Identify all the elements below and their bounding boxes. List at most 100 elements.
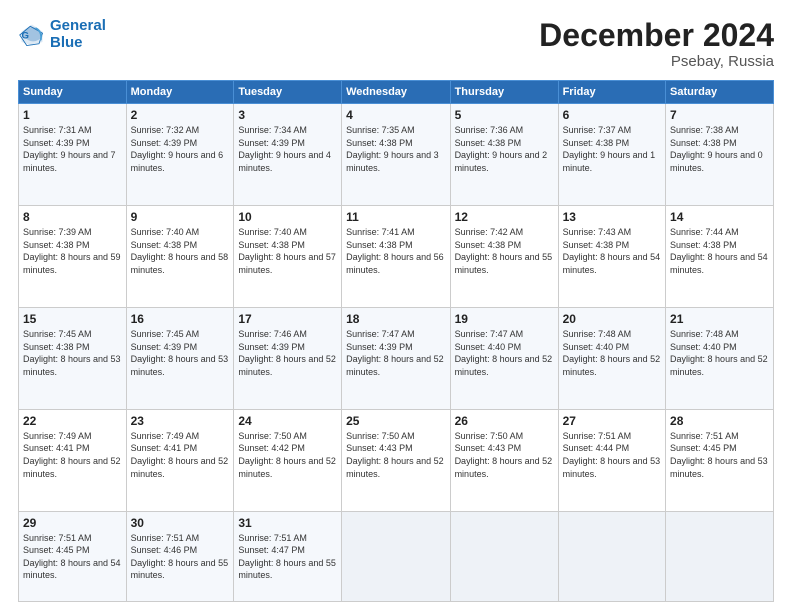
col-sunday: Sunday: [19, 81, 127, 104]
day-info: Sunrise: 7:44 AMSunset: 4:38 PMDaylight:…: [670, 226, 769, 276]
day-info: Sunrise: 7:40 AMSunset: 4:38 PMDaylight:…: [238, 226, 337, 276]
calendar-cell: 26 Sunrise: 7:50 AMSunset: 4:43 PMDayligh…: [450, 409, 558, 511]
header-row: Sunday Monday Tuesday Wednesday Thursday…: [19, 81, 774, 104]
day-number: 13: [563, 210, 661, 224]
day-number: 3: [238, 108, 337, 122]
calendar-cell: [342, 511, 450, 601]
day-info: Sunrise: 7:47 AMSunset: 4:39 PMDaylight:…: [346, 328, 445, 378]
day-number: 21: [670, 312, 769, 326]
calendar-cell: 9Sunrise: 7:40 AMSunset: 4:38 PMDaylight…: [126, 206, 234, 308]
day-info: Sunrise: 7:51 AMSunset: 4:45 PMDaylight:…: [670, 430, 769, 480]
calendar-cell: 15 Sunrise: 7:45 AMSunset: 4:38 PMDayligh…: [19, 307, 127, 409]
day-info: Sunrise: 7:41 AMSunset: 4:38 PMDaylight:…: [346, 226, 445, 276]
calendar-cell: 22 Sunrise: 7:49 AMSunset: 4:41 PMDayligh…: [19, 409, 127, 511]
svg-text:G: G: [22, 30, 29, 41]
day-info: Sunrise: 7:49 AMSunset: 4:41 PMDaylight:…: [131, 430, 230, 480]
calendar-cell: 1 Sunrise: 7:31 AMSunset: 4:39 PMDaylight…: [19, 104, 127, 206]
day-number: 22: [23, 414, 122, 428]
day-info: Sunrise: 7:36 AMSunset: 4:38 PMDaylight:…: [455, 124, 554, 174]
day-number: 5: [455, 108, 554, 122]
day-info: Sunrise: 7:31 AMSunset: 4:39 PMDaylight:…: [23, 124, 122, 174]
day-info: Sunrise: 7:51 AMSunset: 4:47 PMDaylight:…: [238, 532, 337, 582]
day-info: Sunrise: 7:50 AMSunset: 4:42 PMDaylight:…: [238, 430, 337, 480]
col-monday: Monday: [126, 81, 234, 104]
calendar-cell: 13Sunrise: 7:43 AMSunset: 4:38 PMDayligh…: [558, 206, 665, 308]
day-number: 15: [23, 312, 122, 326]
calendar-cell: 17Sunrise: 7:46 AMSunset: 4:39 PMDayligh…: [234, 307, 342, 409]
calendar-cell: 4 Sunrise: 7:35 AMSunset: 4:38 PMDaylight…: [342, 104, 450, 206]
calendar-cell: 11Sunrise: 7:41 AMSunset: 4:38 PMDayligh…: [342, 206, 450, 308]
day-info: Sunrise: 7:49 AMSunset: 4:41 PMDaylight:…: [23, 430, 122, 480]
day-info: Sunrise: 7:38 AMSunset: 4:38 PMDaylight:…: [670, 124, 769, 174]
day-number: 18: [346, 312, 445, 326]
calendar-cell: 25 Sunrise: 7:50 AMSunset: 4:43 PMDayligh…: [342, 409, 450, 511]
day-number: 14: [670, 210, 769, 224]
day-number: 19: [455, 312, 554, 326]
day-number: 30: [131, 516, 230, 530]
day-info: Sunrise: 7:40 AMSunset: 4:38 PMDaylight:…: [131, 226, 230, 276]
calendar-cell: 16 Sunrise: 7:45 AMSunset: 4:39 PMDayligh…: [126, 307, 234, 409]
day-info: Sunrise: 7:50 AMSunset: 4:43 PMDaylight:…: [346, 430, 445, 480]
day-info: Sunrise: 7:35 AMSunset: 4:38 PMDaylight:…: [346, 124, 445, 174]
header: G General Blue December 2024 Psebay, Rus…: [18, 18, 774, 70]
day-info: Sunrise: 7:45 AMSunset: 4:38 PMDaylight:…: [23, 328, 122, 378]
day-info: Sunrise: 7:51 AMSunset: 4:45 PMDaylight:…: [23, 532, 122, 582]
logo-general: General: [50, 17, 106, 34]
day-info: Sunrise: 7:45 AMSunset: 4:39 PMDaylight:…: [131, 328, 230, 378]
calendar-cell: 23 Sunrise: 7:49 AMSunset: 4:41 PMDayligh…: [126, 409, 234, 511]
day-info: Sunrise: 7:37 AMSunset: 4:38 PMDaylight:…: [563, 124, 661, 174]
day-info: Sunrise: 7:47 AMSunset: 4:40 PMDaylight:…: [455, 328, 554, 378]
day-info: Sunrise: 7:48 AMSunset: 4:40 PMDaylight:…: [670, 328, 769, 378]
day-number: 16: [131, 312, 230, 326]
main-title: December 2024: [539, 18, 774, 53]
calendar-cell: 21 Sunrise: 7:48 AMSunset: 4:40 PMDayligh…: [666, 307, 774, 409]
calendar-cell: [666, 511, 774, 601]
subtitle: Psebay, Russia: [539, 53, 774, 70]
calendar-cell: 30 Sunrise: 7:51 AMSunset: 4:46 PMDayligh…: [126, 511, 234, 601]
day-info: Sunrise: 7:39 AMSunset: 4:38 PMDaylight:…: [23, 226, 122, 276]
day-info: Sunrise: 7:51 AMSunset: 4:44 PMDaylight:…: [563, 430, 661, 480]
logo-blue: Blue: [50, 34, 83, 51]
day-number: 4: [346, 108, 445, 122]
day-info: Sunrise: 7:48 AMSunset: 4:40 PMDaylight:…: [563, 328, 661, 378]
page: G General Blue December 2024 Psebay, Rus…: [0, 0, 792, 612]
day-number: 6: [563, 108, 661, 122]
day-number: 27: [563, 414, 661, 428]
day-number: 29: [23, 516, 122, 530]
day-info: Sunrise: 7:32 AMSunset: 4:39 PMDaylight:…: [131, 124, 230, 174]
day-number: 1: [23, 108, 122, 122]
col-thursday: Thursday: [450, 81, 558, 104]
calendar-cell: [558, 511, 665, 601]
calendar-cell: 7 Sunrise: 7:38 AMSunset: 4:38 PMDaylight…: [666, 104, 774, 206]
day-number: 23: [131, 414, 230, 428]
day-info: Sunrise: 7:51 AMSunset: 4:46 PMDaylight:…: [131, 532, 230, 582]
day-number: 12: [455, 210, 554, 224]
day-info: Sunrise: 7:34 AMSunset: 4:39 PMDaylight:…: [238, 124, 337, 174]
day-number: 31: [238, 516, 337, 530]
day-number: 7: [670, 108, 769, 122]
day-number: 8: [23, 210, 122, 224]
day-number: 28: [670, 414, 769, 428]
col-saturday: Saturday: [666, 81, 774, 104]
logo-icon: G: [18, 21, 46, 49]
calendar-cell: 27 Sunrise: 7:51 AMSunset: 4:44 PMDayligh…: [558, 409, 665, 511]
calendar-cell: 24Sunrise: 7:50 AMSunset: 4:42 PMDayligh…: [234, 409, 342, 511]
calendar-cell: 10Sunrise: 7:40 AMSunset: 4:38 PMDayligh…: [234, 206, 342, 308]
calendar: Sunday Monday Tuesday Wednesday Thursday…: [18, 80, 774, 602]
day-number: 20: [563, 312, 661, 326]
logo: G General Blue: [18, 18, 106, 51]
calendar-cell: 20 Sunrise: 7:48 AMSunset: 4:40 PMDayligh…: [558, 307, 665, 409]
title-block: December 2024 Psebay, Russia: [539, 18, 774, 70]
calendar-cell: 12Sunrise: 7:42 AMSunset: 4:38 PMDayligh…: [450, 206, 558, 308]
day-info: Sunrise: 7:46 AMSunset: 4:39 PMDaylight:…: [238, 328, 337, 378]
calendar-cell: 18 Sunrise: 7:47 AMSunset: 4:39 PMDayligh…: [342, 307, 450, 409]
day-number: 26: [455, 414, 554, 428]
col-tuesday: Tuesday: [234, 81, 342, 104]
day-number: 25: [346, 414, 445, 428]
calendar-cell: 19 Sunrise: 7:47 AMSunset: 4:40 PMDayligh…: [450, 307, 558, 409]
col-wednesday: Wednesday: [342, 81, 450, 104]
calendar-cell: 2Sunrise: 7:32 AMSunset: 4:39 PMDaylight…: [126, 104, 234, 206]
calendar-cell: 14 Sunrise: 7:44 AMSunset: 4:38 PMDayligh…: [666, 206, 774, 308]
calendar-cell: 31 Sunrise: 7:51 AMSunset: 4:47 PMDayligh…: [234, 511, 342, 601]
day-info: Sunrise: 7:50 AMSunset: 4:43 PMDaylight:…: [455, 430, 554, 480]
